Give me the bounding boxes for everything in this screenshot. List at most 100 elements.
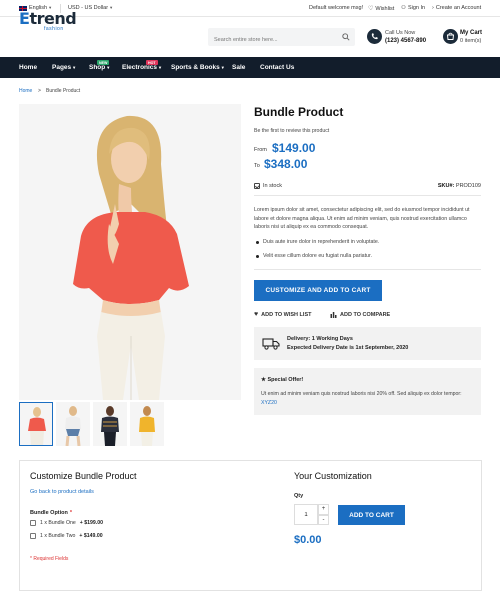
nav-item-shop[interactable]: Shop ▾ NEW: [89, 60, 110, 71]
thumbnail-2[interactable]: [56, 402, 90, 446]
star-icon: ★: [261, 377, 266, 383]
bundle-option-name: 1 x Bundle One: [40, 520, 76, 526]
product-description: Lorem ipsum dolor sit amet, consectetur …: [254, 207, 470, 231]
offer-text: Ut enim ad minim veniam quis nostrud lab…: [261, 391, 462, 397]
bundle-option-name: 1 x Bundle Two: [40, 533, 76, 539]
customize-add-to-cart-button[interactable]: CUSTOMIZE AND ADD TO CART: [254, 280, 382, 301]
customize-bundle-title: Customize Bundle Product: [30, 471, 137, 481]
thumbnail-4[interactable]: [130, 402, 164, 446]
delivery-time: Delivery: 1 Working Days: [287, 336, 353, 342]
price-from-label: From: [254, 147, 267, 153]
nav-item-electronics[interactable]: Electronics ▾ HOT: [122, 60, 162, 71]
welcome-message: Default welcome msg!: [309, 5, 364, 11]
nav-label: Sports & Books: [171, 64, 220, 71]
model-photo: [19, 104, 241, 400]
offer-title-text: Special Offer!: [267, 377, 304, 383]
sign-in-label: Sign In: [407, 5, 426, 11]
nav-label: Home: [19, 64, 38, 71]
review-link[interactable]: Be the first to review this product: [254, 128, 329, 134]
chevron-down-icon: ▾: [221, 65, 224, 70]
chevron-down-icon: ▾: [158, 65, 162, 70]
phone-icon: [367, 29, 382, 44]
product-main-image[interactable]: [19, 104, 241, 400]
breadcrumb-current: Bundle Product: [46, 88, 81, 94]
delivery-date: Expected Delivery Date is 1st September,…: [287, 345, 409, 351]
search-bar: [208, 28, 355, 49]
required-mark: *: [69, 510, 73, 516]
wishlist-link[interactable]: ♡ Wishlist: [368, 5, 394, 13]
breadcrumb-home[interactable]: Home: [19, 88, 32, 94]
thumbnail-image: [65, 406, 81, 446]
cart-label[interactable]: My Cart: [460, 30, 482, 36]
nav-item-contact[interactable]: Contact Us: [260, 64, 294, 71]
bundle-option-price: + $199.00: [79, 520, 103, 526]
logo-tagline: fashion: [44, 26, 64, 32]
qty-decrease-button[interactable]: -: [318, 514, 329, 525]
search-icon[interactable]: [342, 33, 350, 41]
call-label: Call Us Now: [385, 30, 416, 36]
stock-status: In stock: [254, 183, 282, 189]
product-title: Bundle Product: [254, 105, 344, 119]
add-to-cart-button[interactable]: ADD TO CART: [338, 505, 405, 525]
price-to-label: To: [254, 163, 260, 169]
qty-increase-button[interactable]: +: [318, 504, 329, 515]
cart-icon[interactable]: [443, 29, 458, 44]
nav-label: Contact Us: [260, 64, 295, 71]
bundle-option-text: Bundle Option: [30, 510, 68, 516]
nav-item-sale[interactable]: Sale: [232, 64, 245, 71]
thumbnail-3[interactable]: [93, 402, 127, 446]
create-account-link[interactable]: › Create an Account: [432, 5, 481, 11]
special-offer-title: ★ Special Offer!: [261, 377, 303, 383]
logo-initial: E: [19, 9, 30, 28]
new-badge: NEW: [97, 60, 110, 65]
nav-label: Sale: [232, 64, 246, 71]
cart-count: 0 item(s): [460, 38, 482, 44]
heart-icon: ♥: [254, 311, 259, 318]
heart-icon: ♡: [368, 6, 374, 12]
qty-label: Qty: [294, 493, 304, 499]
hot-badge: HOT: [146, 60, 158, 65]
feature-bullet: Velit esse cillum dolore eu fugiat nulla…: [256, 253, 372, 259]
price-from: $149.00: [272, 141, 316, 155]
sku: SKU#: PROD109: [438, 183, 481, 189]
qty-input[interactable]: [294, 504, 318, 525]
divider: [254, 195, 481, 196]
thumbnail-image: [139, 406, 155, 446]
bundle-option-row[interactable]: 1 x Bundle One + $199.00: [30, 520, 103, 526]
bundle-two-checkbox[interactable]: [30, 533, 36, 539]
nav-label: Shop: [89, 64, 106, 71]
bundle-one-checkbox[interactable]: [30, 520, 36, 526]
sign-in-link[interactable]: ⚇ Sign In: [401, 5, 425, 11]
nav-item-home[interactable]: Home: [19, 64, 37, 71]
check-icon: [254, 183, 260, 189]
call-number[interactable]: (123) 4567-890: [385, 38, 426, 44]
wishlist-action-label: ADD TO WISH LIST: [261, 311, 312, 318]
divider: [254, 269, 481, 270]
create-account-label: Create an Account: [435, 5, 482, 11]
required-fields-note: * Required Fields: [30, 556, 69, 562]
search-input[interactable]: [208, 31, 338, 49]
nav-item-sports-books[interactable]: Sports & Books ▾: [171, 64, 224, 71]
chevron-down-icon: ▾: [72, 65, 76, 70]
bundle-total-price: $0.00: [294, 534, 322, 546]
delivery-box: [254, 327, 481, 360]
add-to-wishlist-link[interactable]: ♥ ADD TO WISH LIST: [254, 311, 311, 318]
bundle-option-price: + $149.00: [79, 533, 103, 539]
compare-action-label: ADD TO COMPARE: [340, 311, 391, 318]
thumbnail-1[interactable]: [19, 402, 53, 446]
nav-item-pages[interactable]: Pages ▾: [52, 64, 75, 71]
offer-code[interactable]: XYZ20: [261, 400, 277, 406]
back-to-details-link[interactable]: Go back to product details: [30, 489, 94, 495]
add-to-compare-link[interactable]: ADD TO COMPARE: [330, 311, 390, 318]
special-offer-text: Ut enim ad minim veniam quis nostrud lab…: [261, 390, 476, 407]
feature-bullet: Duis aute irure dolor in reprehenderit i…: [255, 239, 380, 245]
bundle-option-row[interactable]: 1 x Bundle Two + $149.00: [30, 533, 103, 539]
main-nav: Home Pages ▾ Shop ▾ NEW Electronics ▾ HOT …: [0, 57, 500, 78]
truck-icon: [262, 338, 280, 350]
breadcrumb-separator: >: [38, 88, 41, 94]
nav-label: Electronics: [122, 64, 158, 71]
stock-label: In stock: [263, 183, 282, 189]
compare-icon: [330, 312, 337, 318]
bundle-option-label: Bundle Option *: [30, 510, 72, 516]
chevron-down-icon: ▾: [110, 5, 113, 10]
